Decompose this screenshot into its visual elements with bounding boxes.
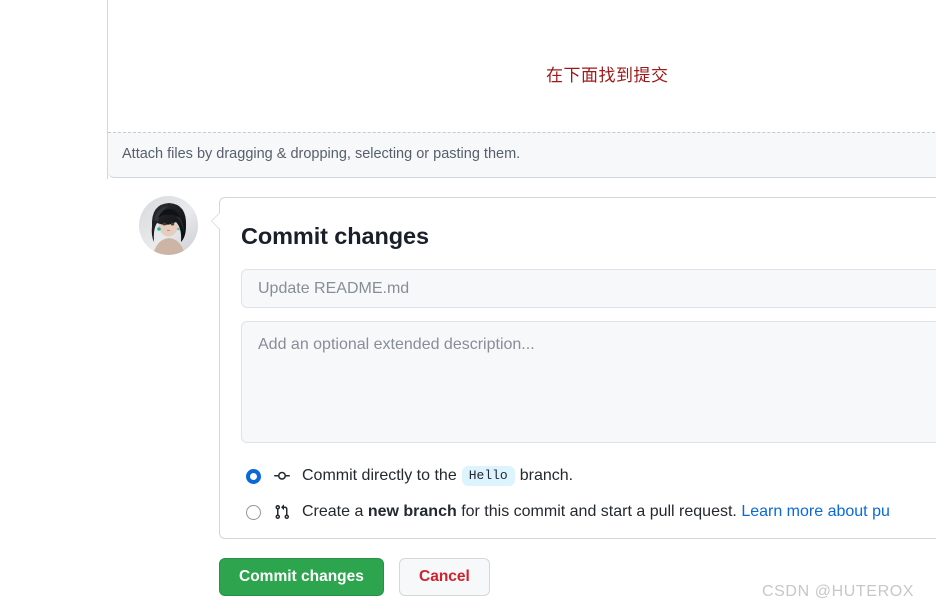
option-text-before: Commit directly to the — [302, 467, 457, 485]
commit-summary-input[interactable] — [241, 269, 936, 308]
avatar-image — [139, 196, 198, 255]
attach-files-label: Attach files by dragging & dropping, sel… — [122, 146, 521, 162]
option-emphasis: new branch — [367, 503, 457, 520]
cancel-button[interactable]: Cancel — [399, 558, 490, 596]
option-create-new-branch-label: Create a new branch for this commit and … — [302, 503, 890, 521]
markdown-editor-textarea[interactable]: 在下面找到提交 — [108, 0, 936, 132]
option-text-middle: for this commit and start a pull request… — [461, 503, 737, 520]
option-commit-directly-label: Commit directly to the Hello branch. — [302, 466, 574, 487]
learn-more-link[interactable]: Learn more about pu — [741, 503, 890, 521]
commit-changes-panel: Commit changes Commit directly to the He… — [211, 197, 936, 539]
git-commit-icon — [273, 468, 291, 484]
option-text-after: branch. — [519, 467, 574, 485]
annotation-note: 在下面找到提交 — [546, 66, 669, 86]
watermark: CSDN @HUTEROX — [762, 583, 915, 600]
bubble-arrow-fill — [212, 213, 220, 229]
git-pull-request-icon — [273, 504, 291, 520]
commit-changes-heading: Commit changes — [241, 223, 429, 249]
attach-files-bar[interactable]: Attach files by dragging & dropping, sel… — [108, 132, 936, 178]
branch-name-badge: Hello — [461, 466, 515, 487]
option-text-before: Create a — [302, 503, 364, 520]
commit-changes-button[interactable]: Commit changes — [219, 558, 384, 596]
radio-commit-directly[interactable] — [246, 468, 261, 484]
commit-description-input[interactable] — [241, 321, 936, 443]
markdown-editor-panel: 在下面找到提交 Attach files by dragging & dropp… — [107, 0, 936, 179]
avatar — [139, 196, 198, 255]
option-create-new-branch[interactable]: Create a new branch for this commit and … — [246, 503, 890, 521]
option-commit-directly[interactable]: Commit directly to the Hello branch. — [246, 466, 574, 487]
radio-create-new-branch[interactable] — [246, 504, 261, 520]
